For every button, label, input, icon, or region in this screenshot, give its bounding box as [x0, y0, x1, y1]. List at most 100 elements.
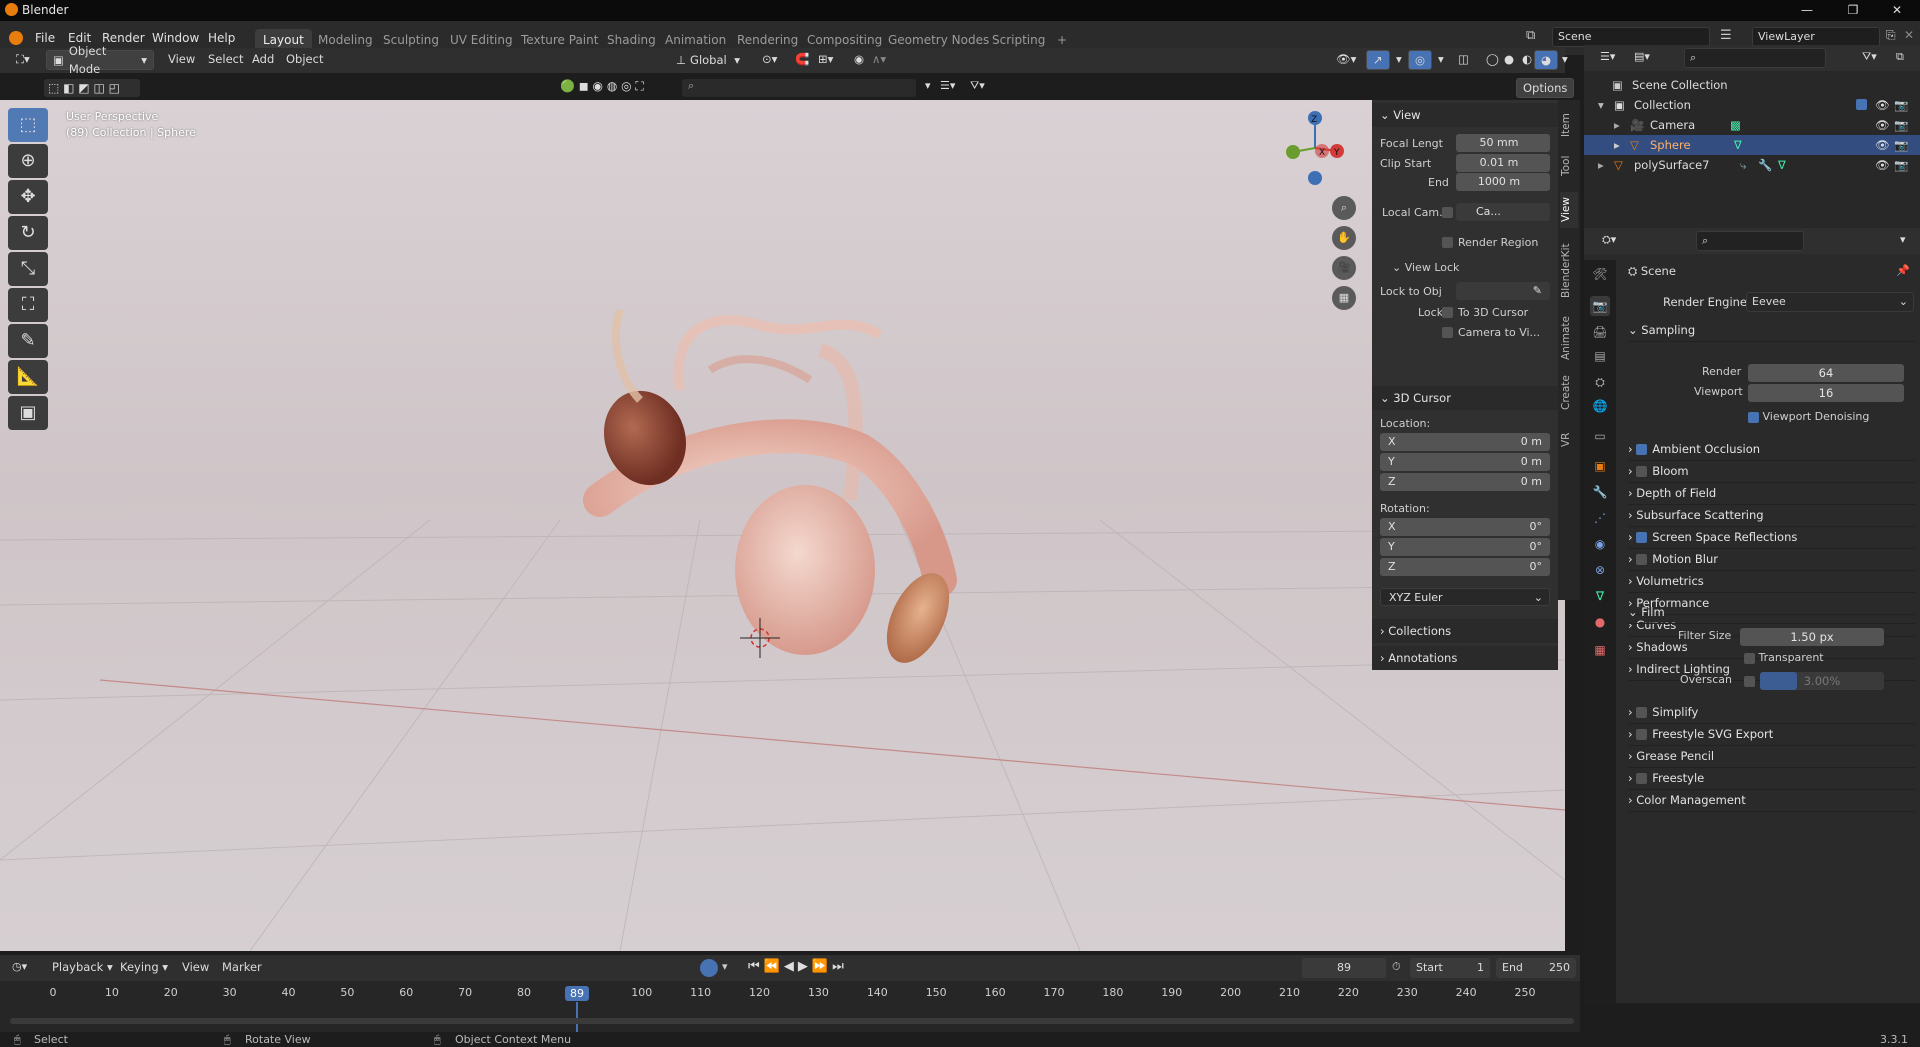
timeline-scrollbar[interactable]: [10, 1018, 1574, 1024]
rendered-shading-icon[interactable]: ◕: [1534, 50, 1559, 70]
clip-start-field[interactable]: 0.01 m: [1456, 154, 1550, 172]
rotation-mode-dropdown[interactable]: XYZ Euler ⌄: [1380, 588, 1550, 606]
add-viewlayer-icon[interactable]: ⎘: [1886, 28, 1896, 43]
transform-orientation-dropdown[interactable]: ⊥ Global ▾: [670, 50, 746, 70]
collection-tab-icon[interactable]: ▭: [1590, 426, 1610, 446]
gizmo-toggle-icon[interactable]: ↗: [1366, 50, 1390, 70]
render-section-motion-blur[interactable]: › Motion Blur: [1628, 547, 1916, 571]
viewport-samples-field[interactable]: 16: [1748, 384, 1904, 402]
selection-mode-buttons[interactable]: ⬚ ◧ ◩ ◫ ◰: [44, 79, 140, 97]
outliner-row-camera[interactable]: ▸ 🎥 Camera ▩ 👁 📷: [1584, 115, 1920, 135]
transform-tool-icon[interactable]: ⛶: [8, 288, 48, 322]
render-samples-field[interactable]: 64: [1748, 364, 1904, 382]
cursor-rotation-z-field[interactable]: Z 0°: [1380, 558, 1550, 576]
world-tab-icon[interactable]: 🌐: [1590, 396, 1610, 416]
cursor-rotation-y-field[interactable]: Y 0°: [1380, 538, 1550, 556]
section-enable-checkbox[interactable]: [1636, 444, 1648, 455]
viewlayer-name-field[interactable]: ViewLayer: [1752, 27, 1880, 47]
viewport-search-input[interactable]: ⌕: [682, 79, 916, 97]
outliner-row-collection[interactable]: ▾ ▣ Collection 👁 📷: [1584, 95, 1920, 115]
section-enable-checkbox[interactable]: [1636, 773, 1648, 784]
material-tab-icon[interactable]: ●: [1590, 612, 1610, 632]
view-lock-subheader[interactable]: ⌄ View Lock: [1392, 258, 1459, 278]
xray-toggle-icon[interactable]: ◫: [1452, 50, 1475, 70]
view-layer-tab-icon[interactable]: ▤: [1590, 346, 1610, 366]
menu-view[interactable]: View: [162, 50, 201, 70]
view-filter-dropdown[interactable]: ▾: [925, 79, 931, 92]
visibility-icon[interactable]: 👁▾: [1330, 50, 1362, 70]
data-tab-icon[interactable]: ∇: [1590, 586, 1610, 606]
clip-end-field[interactable]: 1000 m: [1456, 173, 1550, 191]
viewport-denoising-row[interactable]: Viewport Denoising: [1748, 410, 1869, 423]
eye-icon[interactable]: 👁: [1875, 135, 1890, 155]
add-cube-tool-icon[interactable]: ▣: [8, 396, 48, 430]
select-box-tool-icon[interactable]: ⬚: [8, 108, 48, 142]
render-engine-dropdown[interactable]: Eevee ⌄: [1746, 292, 1914, 312]
zoom-icon[interactable]: ⌕: [1332, 196, 1356, 220]
sort-icon[interactable]: ☰▾: [940, 79, 955, 92]
chevron-right-icon[interactable]: ▸: [1614, 115, 1620, 135]
render-section-volumetrics[interactable]: › Volumetrics: [1628, 569, 1916, 593]
menu-add[interactable]: Add: [246, 50, 280, 70]
section-enable-checkbox[interactable]: [1636, 729, 1648, 740]
properties-editor-type-icon[interactable]: ⛭▾: [1602, 233, 1616, 247]
overscan-checkbox[interactable]: [1744, 676, 1755, 687]
collections-panel-header[interactable]: › Collections: [1372, 619, 1558, 643]
particles-tab-icon[interactable]: ⋰: [1590, 508, 1610, 528]
eye-icon[interactable]: 👁: [1875, 95, 1890, 115]
render-section-freestyle[interactable]: › Freestyle: [1628, 766, 1916, 790]
render-tab-icon[interactable]: 📷: [1590, 296, 1610, 316]
render-section-color-management[interactable]: › Color Management: [1628, 788, 1916, 812]
local-camera-field[interactable]: Ca...: [1456, 203, 1550, 221]
eye-icon[interactable]: 👁: [1875, 115, 1890, 135]
cursor-location-z-field[interactable]: Z 0 m: [1380, 473, 1550, 491]
properties-options-icon[interactable]: ▾: [1900, 233, 1906, 246]
restore-button[interactable]: ❐: [1830, 0, 1876, 21]
object-mode-dropdown[interactable]: ▣ Object Mode ▾: [46, 44, 154, 76]
render-section-bloom[interactable]: › Bloom: [1628, 459, 1916, 483]
eye-icon[interactable]: 👁: [1875, 155, 1890, 175]
section-enable-checkbox[interactable]: [1636, 466, 1648, 477]
viewlayer-browse-icon[interactable]: ☰: [1720, 28, 1732, 43]
render-section-grease-pencil[interactable]: › Grease Pencil: [1628, 744, 1916, 768]
editor-type-icon[interactable]: ⛶▾: [10, 50, 36, 70]
navigation-gizmo[interactable]: Z Y X: [1275, 108, 1355, 188]
scene-name-field[interactable]: Scene: [1552, 27, 1710, 47]
modifier-tab-icon[interactable]: 🔧: [1590, 482, 1610, 502]
cursor-location-y-field[interactable]: Y 0 m: [1380, 453, 1550, 471]
snap-target-icon[interactable]: ⊞▾: [812, 50, 839, 70]
collection-exclude-checkbox[interactable]: [1856, 99, 1867, 110]
blender-menu-icon[interactable]: [9, 31, 23, 45]
pan-hand-icon[interactable]: ✋: [1332, 226, 1356, 250]
lock-to-3d-cursor-checkbox[interactable]: [1442, 307, 1453, 318]
camera-to-view-checkbox[interactable]: [1442, 327, 1453, 338]
render-region-checkbox[interactable]: [1442, 237, 1453, 248]
section-enable-checkbox[interactable]: [1636, 532, 1648, 543]
camera-view-icon[interactable]: 🎥: [1332, 256, 1356, 280]
film-panel-header[interactable]: ⌄ Film: [1628, 600, 1916, 624]
render-section-freestyle-svg-export[interactable]: › Freestyle SVG Export: [1628, 722, 1916, 746]
outliner-row-scene-collection[interactable]: ▣ Scene Collection: [1584, 75, 1920, 95]
annotate-tool-icon[interactable]: ✎: [8, 324, 48, 358]
viewport-denoising-checkbox[interactable]: [1748, 411, 1759, 423]
tab-vr[interactable]: VR: [1560, 426, 1578, 454]
filter-size-field[interactable]: 1.50 px: [1740, 628, 1884, 646]
remove-viewlayer-icon[interactable]: ✕: [1904, 28, 1914, 42]
local-camera-checkbox[interactable]: [1442, 207, 1453, 218]
outliner-row-sphere[interactable]: ▸ ▽ Sphere ∇ 👁 📷: [1584, 135, 1920, 155]
cursor-location-x-field[interactable]: X 0 m: [1380, 433, 1550, 451]
chevron-down-icon[interactable]: ▾: [1598, 95, 1604, 115]
tab-animate[interactable]: Animate: [1560, 312, 1578, 364]
menu-object[interactable]: Object: [280, 50, 329, 70]
pin-icon[interactable]: 📌: [1896, 264, 1910, 277]
display-mode-icon[interactable]: ▤▾: [1634, 50, 1650, 63]
camera-render-icon[interactable]: 📷: [1894, 155, 1908, 175]
chevron-right-icon[interactable]: ▸: [1614, 135, 1620, 155]
outliner-search-input[interactable]: ⌕: [1684, 48, 1826, 68]
filter-icon[interactable]: ⛛▾: [970, 79, 985, 93]
physics-tab-icon[interactable]: ◉: [1590, 534, 1610, 554]
transparent-row[interactable]: Transparent: [1744, 651, 1824, 664]
measure-tool-icon[interactable]: 📐: [8, 360, 48, 394]
rotate-tool-icon[interactable]: ↻: [8, 216, 48, 250]
constraints-tab-icon[interactable]: ⊗: [1590, 560, 1610, 580]
